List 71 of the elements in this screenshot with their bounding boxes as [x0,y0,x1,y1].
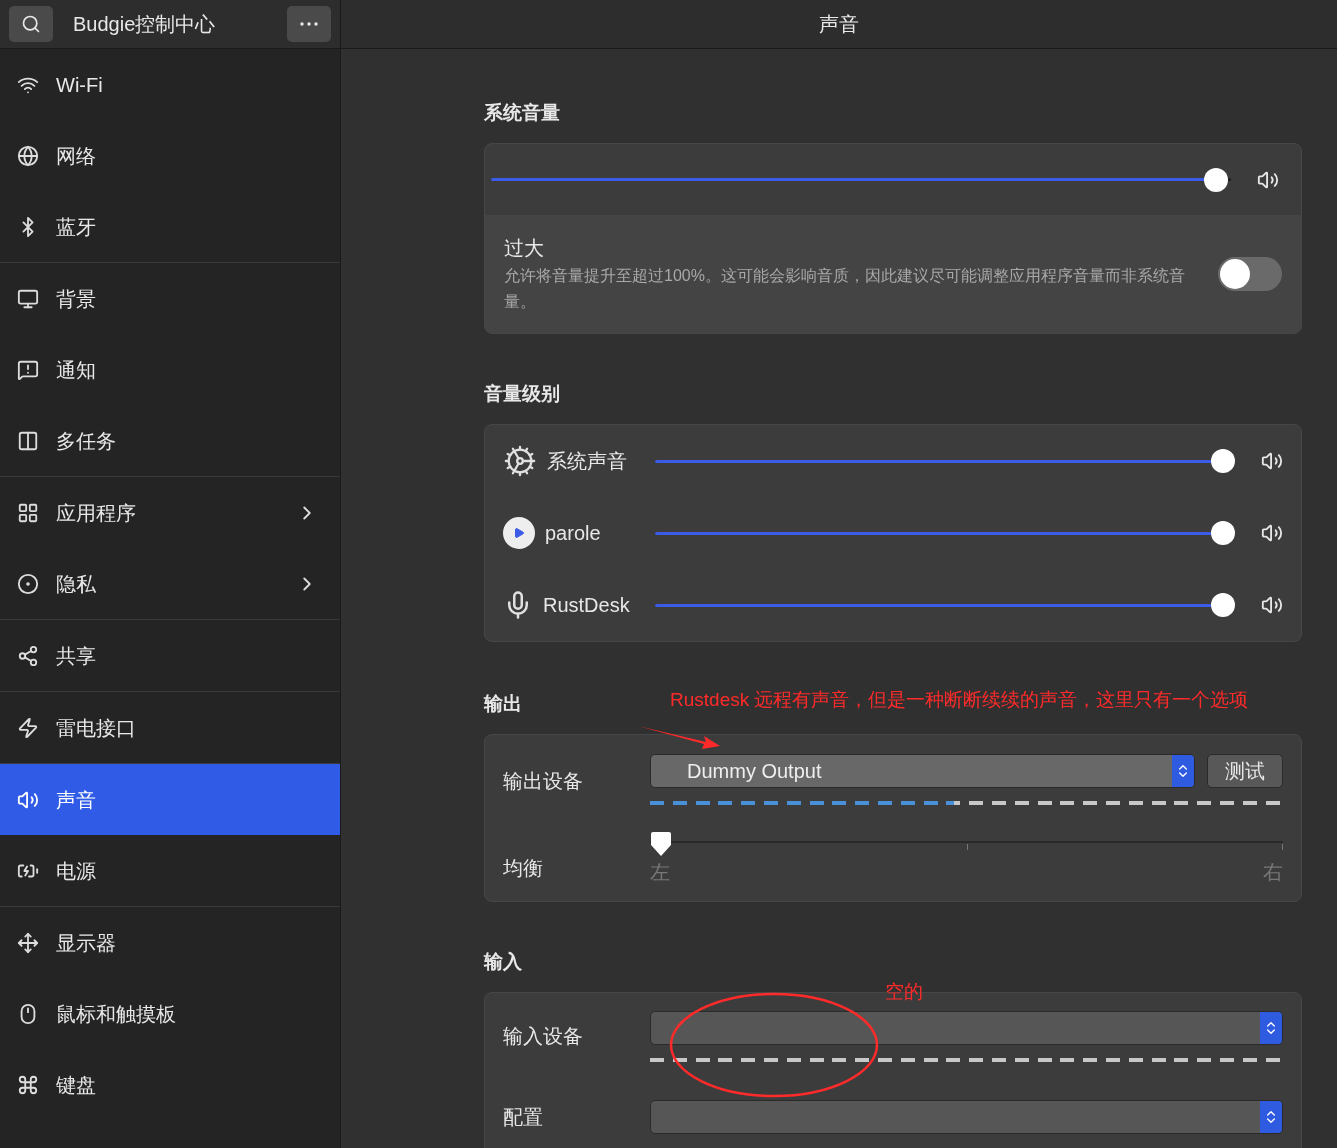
sidebar-item[interactable]: 电源 [0,835,340,906]
search-button[interactable] [9,6,53,42]
toggle-switch[interactable] [1218,257,1282,291]
sidebar-item[interactable]: Wi-Fi [0,49,340,120]
sidebar-item[interactable]: 键盘 [0,1049,340,1120]
monitor-icon [17,287,39,310]
app-name: RustDesk [543,593,630,618]
section-title: 音量级别 [484,382,561,406]
sidebar-item[interactable]: 应用程序 [0,477,340,548]
section-title: 输出 [484,692,522,716]
sidebar-item[interactable]: 背景 [0,263,340,334]
slider-thumb[interactable] [1211,593,1236,617]
sidebar-item[interactable]: 通知 [0,334,340,405]
sidebar-item[interactable]: 雷电接口 [0,692,340,763]
privacy-icon [17,572,39,595]
command-key-icon [17,1073,39,1096]
scale-label: 左 [650,860,670,885]
display-arrows-icon [17,931,39,954]
speaker-icon [1261,450,1283,472]
globe-icon [17,144,39,167]
sidebar-item[interactable]: 共享 [0,620,340,691]
setting-description: 允许将音量提升至超过100%。这可能会影响音质，因此建议尽可能调整应用程序音量而非系统音量。 [504,266,1186,312]
spinner-icon[interactable] [1260,1012,1282,1044]
more-icon [300,22,318,26]
play-icon [503,517,535,549]
share-icon [17,644,39,667]
app-name: 系统声音 [547,449,627,474]
test-button[interactable]: 测试 [1207,754,1283,788]
slider-thumb[interactable] [650,831,672,857]
page-title: 声音 [819,12,859,37]
windows-icon [17,429,39,452]
gear-icon [503,444,537,478]
grid-icon [17,501,39,524]
notification-icon [17,358,39,381]
app-title: Budgie控制中心 [73,12,217,37]
speaker-icon [1261,594,1283,616]
dropdown[interactable] [650,1100,1283,1134]
balance-slider[interactable] [650,831,1283,857]
volume-slider[interactable] [655,521,1235,545]
app-name: parole [545,521,601,546]
speaker-icon [1261,522,1283,544]
sidebar-item[interactable]: 鼠标和触摸板 [0,978,340,1049]
setting-label: 过大 [504,236,545,261]
sidebar-item[interactable]: 隐私 [0,548,340,619]
volume-slider[interactable] [655,593,1235,617]
sidebar-item[interactable]: 蓝牙 [0,191,340,262]
spinner-icon[interactable] [1172,755,1194,787]
sidebar-item[interactable]: 显示器 [0,907,340,978]
slider-thumb[interactable] [1211,449,1236,473]
field-label: 输出设备 [503,769,584,794]
slider-thumb[interactable] [1204,167,1229,192]
search-icon [21,14,41,34]
annotation-text: 空的 [885,980,923,1004]
section-title: 输入 [484,950,522,974]
sidebar-item[interactable]: 多任务 [0,405,340,476]
section-title: 系统音量 [484,101,561,125]
menu-button[interactable] [287,6,331,42]
slider-thumb[interactable] [1211,521,1236,545]
field-label: 输入设备 [503,1024,584,1049]
field-label: 配置 [503,1105,544,1130]
volume-slider[interactable] [491,167,1231,192]
scale-label: 右 [1263,860,1283,885]
dropdown[interactable] [650,1011,1283,1045]
annotation-text: Rustdesk 远程有声音，但是一种断断续续的声音，这里只有一个选项 [670,688,1249,712]
volume-slider[interactable] [655,449,1235,473]
lightning-icon [17,716,39,739]
sidebar-item[interactable]: 网络 [0,120,340,191]
dropdown[interactable]: Dummy Output [650,754,1195,788]
field-label: 均衡 [503,856,544,881]
spinner-icon[interactable] [1260,1101,1282,1133]
sidebar-item[interactable]: 声音 [0,764,340,835]
